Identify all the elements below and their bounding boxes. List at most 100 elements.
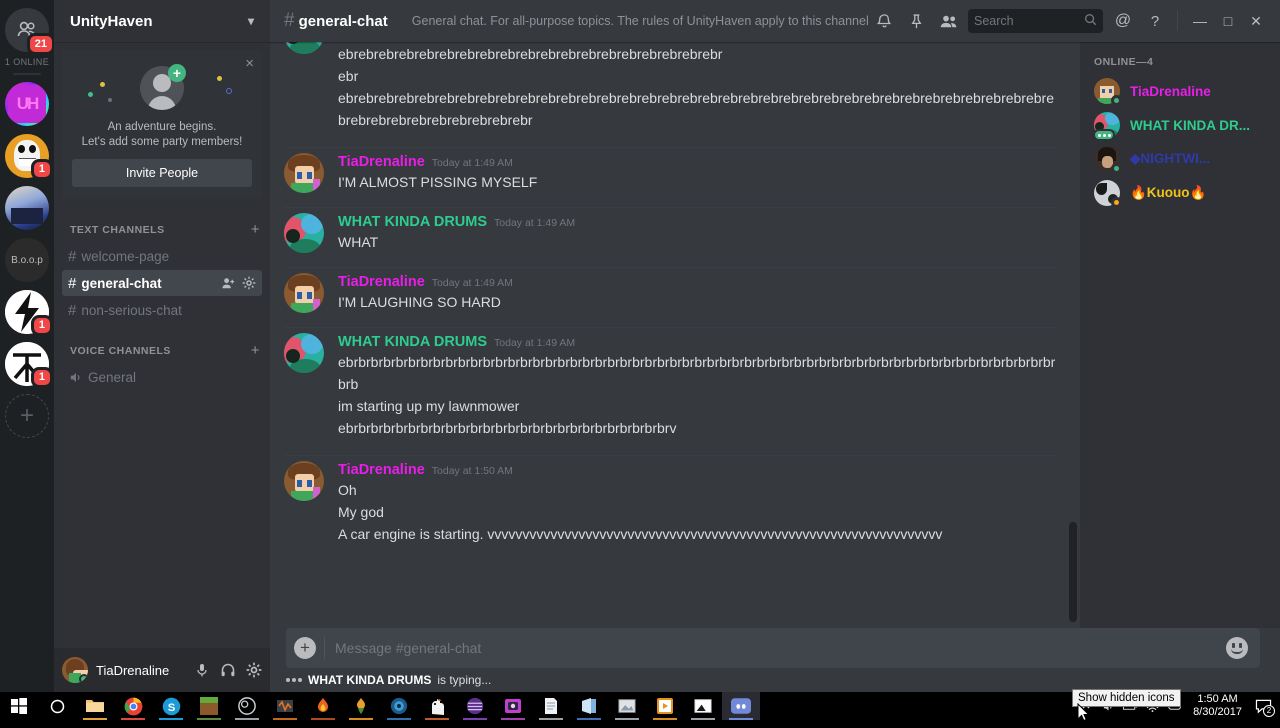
server-icon-night[interactable] [5,186,49,230]
message-group: TiaDrenaline Today at 1:49 AM I'M ALMOST… [270,147,1068,195]
rail-divider [13,73,41,75]
taskbar-app-photos[interactable] [684,692,722,720]
channel-label: non-serious-chat [81,302,182,318]
member-list: ONLINE—4 TiaDrenaline WHAT KINDA DR... ◆… [1080,42,1280,628]
cortana-search-button[interactable] [38,692,76,720]
message-timestamp: Today at 1:49 AM [431,277,513,289]
chat-area: # general-chat General chat. For all-pur… [270,0,1280,692]
paint-tool-icon [505,699,521,713]
taskbar-app-file-explorer[interactable] [76,692,114,720]
channel-list: TEXT CHANNELS + # welcome-page # general… [54,205,270,648]
help-button[interactable]: ? [1139,5,1171,37]
invite-line-1: An adventure begins. [107,121,217,133]
message-composer[interactable]: + Message #general-chat [286,628,1260,668]
server-icon-boop[interactable]: B.o.o.p [5,238,49,282]
member-row[interactable]: WHAT KINDA DR... [1080,108,1280,142]
taskbar-app-minecraft[interactable] [190,692,228,720]
member-row[interactable]: TiaDrenaline [1080,74,1280,108]
category-voice-channels[interactable]: VOICE CHANNELS + [54,324,270,363]
upload-attachment-button[interactable]: + [294,637,316,659]
guild-name: UnityHaven [70,12,153,30]
channel-settings-gear-icon[interactable] [242,276,256,290]
maximize-button[interactable]: □ [1214,6,1242,36]
search-input[interactable]: Search [968,9,1103,33]
hash-icon: # [68,301,77,319]
message-author[interactable]: WHAT KINDA DRUMS [338,214,487,230]
taskbar-app-image-viewer[interactable] [608,692,646,720]
taskbar-app-paint-tool[interactable] [494,692,532,720]
mentions-button[interactable]: @ [1107,5,1139,37]
message-text: I'M LAUGHING SO HARD [338,294,501,310]
pinned-messages-button[interactable] [900,5,932,37]
taskbar-app-blue-app[interactable] [380,692,418,720]
taskbar-app-notepad[interactable] [532,692,570,720]
close-window-button[interactable]: ✕ [1242,6,1270,36]
taskbar-app-audio-editor[interactable] [266,692,304,720]
minimize-button[interactable]: — [1186,6,1214,36]
invite-member-icon[interactable] [221,276,236,291]
avatar[interactable] [284,461,324,501]
taskbar-app-purple-app[interactable] [456,692,494,720]
avatar[interactable] [284,273,324,313]
channel-general-chat[interactable]: # general-chat [62,270,262,296]
member-row[interactable]: 🔥Kuouo🔥 [1080,176,1280,210]
server-icon-tree[interactable]: 1 [5,342,53,388]
taskbar-app-alpaca-app[interactable] [418,692,456,720]
member-row[interactable]: ◆NIGHTWI... [1080,142,1280,176]
category-text-channels[interactable]: TEXT CHANNELS + [54,211,270,242]
taskbar-app-blue-doc[interactable] [570,692,608,720]
firealpaca-icon [318,698,328,712]
start-button[interactable] [0,692,38,720]
avatar[interactable] [62,657,88,683]
discord-window: 21 1 ONLINE UH 1 B.o.o.p 1 1 + UnityHave… [0,0,1280,692]
add-server-button[interactable]: + [5,394,49,438]
taskbar-app-fl-studio[interactable] [342,692,380,720]
taskbar-app-media-player[interactable] [646,692,684,720]
taskbar-app-firealpaca[interactable] [304,692,342,720]
emoji-icon[interactable] [1226,637,1248,659]
avatar[interactable] [284,153,324,193]
channel-topic[interactable]: General chat. For all-purpose topics. Th… [412,14,868,28]
microphone-icon[interactable] [194,662,210,678]
invite-people-button[interactable]: Invite People [72,159,252,187]
message-author[interactable]: TiaDrenaline [338,154,425,170]
taskbar-app-obs-studio[interactable] [228,692,266,720]
taskbar-app-google-chrome[interactable] [114,692,152,720]
message-text: ebrbrbrbrbrbrbrbrbrbrbrbrbrbrbrbrbrbrbrb… [338,420,677,436]
composer-divider [324,637,325,659]
server-icon-bolt[interactable]: 1 [5,290,53,336]
current-username: TiaDrenaline [96,662,170,678]
taskbar-clock[interactable]: 1:50 AM 8/30/2017 [1185,693,1250,719]
scrollbar-thumb[interactable] [1069,522,1077,622]
avatar[interactable] [284,333,324,373]
member-list-toggle-button[interactable] [932,5,964,37]
message-list[interactable]: ebrebrebrebrebrebrebrebrebrebrebrebrebre… [270,42,1080,628]
status-indicator [1111,95,1122,106]
channel-non-serious-chat[interactable]: # non-serious-chat [62,297,262,323]
avatar[interactable] [284,42,324,54]
notifications-bell-button[interactable] [868,5,900,37]
message-input[interactable]: Message #general-chat [335,640,1226,656]
composer-area: + Message #general-chat [270,628,1280,668]
message-scrollbar[interactable] [1069,42,1077,628]
message-author[interactable]: TiaDrenaline [338,274,425,290]
invite-line-2: Let's add some party members! [81,136,243,148]
add-voice-channel-icon[interactable]: + [251,342,260,359]
taskbar-app-discord[interactable] [722,692,760,720]
server-icon-skull[interactable]: 1 [5,134,53,180]
avatar[interactable] [284,213,324,253]
skype-icon: S [162,697,180,715]
channel-label: welcome-page [81,248,170,264]
friends-button[interactable]: 21 [5,8,54,55]
voice-channel-general[interactable]: General [62,364,262,390]
channel-welcome-page[interactable]: # welcome-page [62,243,262,269]
action-center-button[interactable]: 2 [1250,692,1276,720]
message-author[interactable]: TiaDrenaline [338,462,425,478]
taskbar-app-skype[interactable]: S [152,692,190,720]
guild-header-dropdown[interactable]: UnityHaven ▾ [54,0,270,42]
message-author[interactable]: WHAT KINDA DRUMS [338,334,487,350]
gear-icon[interactable] [246,662,262,678]
add-text-channel-icon[interactable]: + [251,221,260,238]
headphones-icon[interactable] [220,662,236,678]
server-icon-unityhaven[interactable]: UH [5,82,49,126]
